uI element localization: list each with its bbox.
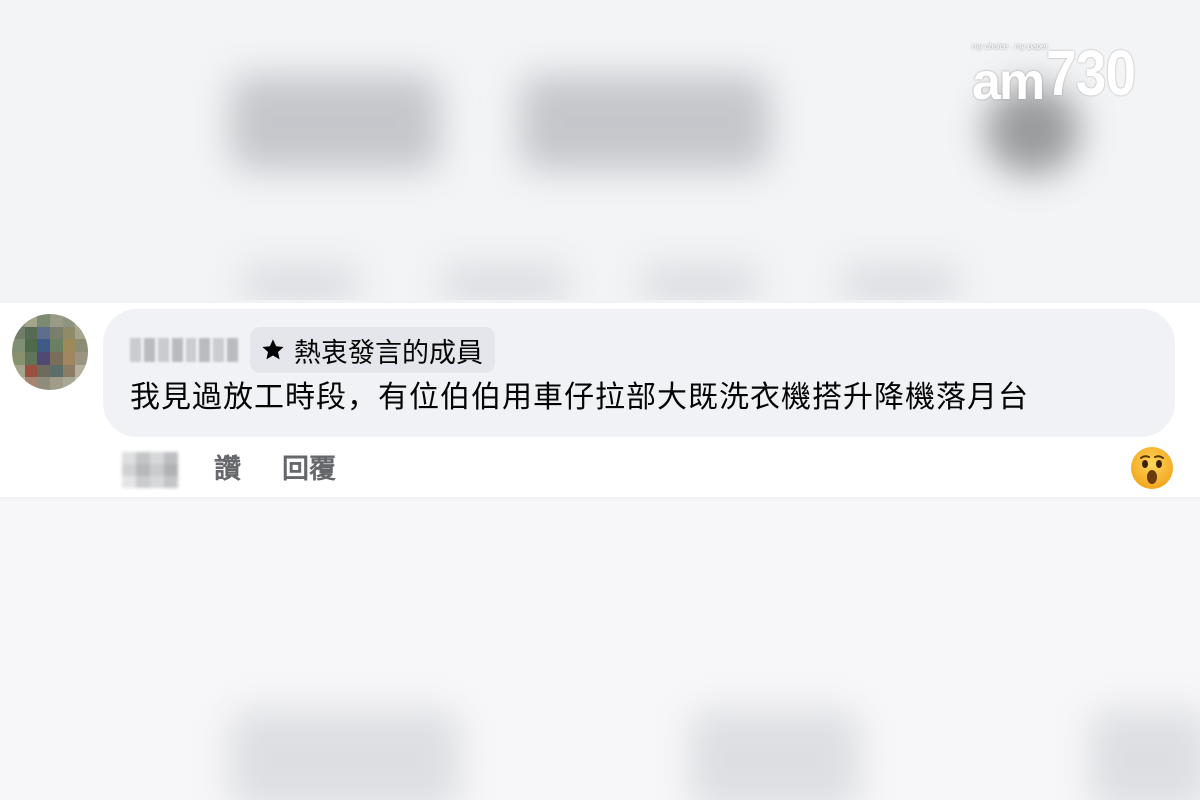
logo-letters: am bbox=[972, 53, 1045, 111]
am730-logo: my choice . my paper am 730 bbox=[958, 36, 1148, 110]
reply-button[interactable]: 回覆 bbox=[282, 450, 336, 490]
logo-tagline: my choice . my paper bbox=[972, 42, 1049, 51]
like-button[interactable]: 讚 bbox=[214, 450, 241, 490]
comment-text: 我見過放工時段，有位伯伯用車仔拉部大既洗衣機搭升降機落月台 bbox=[130, 380, 1029, 415]
timestamp-redacted[interactable] bbox=[122, 452, 178, 488]
member-badge[interactable]: 熱衷發言的成員 bbox=[250, 327, 495, 373]
avatar[interactable] bbox=[12, 314, 88, 390]
commenter-name-redacted[interactable] bbox=[130, 338, 238, 362]
wow-reaction-icon[interactable] bbox=[1130, 446, 1174, 490]
blurred-background-bottom bbox=[0, 500, 1200, 800]
star-icon bbox=[262, 339, 284, 360]
logo-number: 730 bbox=[1046, 37, 1136, 109]
badge-label: 熱衷發言的成員 bbox=[294, 337, 483, 369]
